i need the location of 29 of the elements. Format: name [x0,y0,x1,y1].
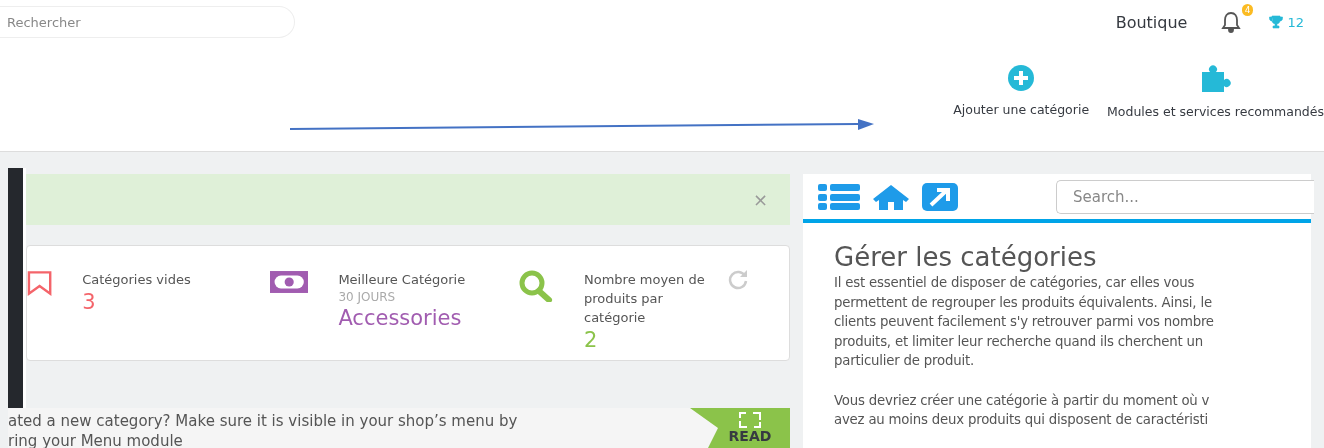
help-text: Il est essentiel de disposer de catégories, car elles vous [834,274,1196,292]
help-text: Vous devriez créer une catégorie à partir du moment où v [834,391,1211,410]
kpi-period: 30 JOURS [338,288,397,305]
help-title: Gérer les catégories [834,241,1098,273]
plus-circle-icon [1007,64,1036,92]
kpi-value: 2 [584,326,599,353]
notification-badge: 4 [1241,4,1254,16]
help-text: avez au moins deux produits qui disposent de caractéristi [834,411,1210,429]
kpi-label: Nombre moyen de produits par catégorie [584,270,706,327]
trophy-count: 12 [1287,14,1304,30]
help-text: permettent de regrouper les produits équivalents. Ainsi, le [834,293,1213,312]
toolbar-button[interactable]: Modules et services recommandés [1107,64,1324,120]
toolbar-button[interactable]: Ajouter une catégorie [953,64,1090,120]
kpi-label: Catégories vides [82,270,192,289]
shop-link[interactable]: Boutique [1115,12,1188,32]
kpi-label: Meilleure Catégorie [338,270,467,289]
help-text: produits, et limiter leur recherche quand ils cherchent un [834,332,1205,351]
help-text: clients peuvent facilement s'y retrouver parmi vos nombre [834,313,1215,331]
trophy-icon[interactable] [1269,15,1284,29]
list-icon[interactable] [818,183,860,210]
help-text: particulier de produit. [834,352,975,370]
kpi-value: 3 [82,288,97,315]
home-icon[interactable] [872,183,910,210]
banner-text: ated a new category? Make sure it is visible in your shop’s menu by [8,411,518,431]
kpi-value: Accessories [338,304,463,331]
external-link-icon[interactable] [922,182,958,211]
read-button[interactable]: READ [690,408,790,448]
expand-icon [739,412,761,428]
search-field[interactable]: Search... [1056,179,1314,214]
